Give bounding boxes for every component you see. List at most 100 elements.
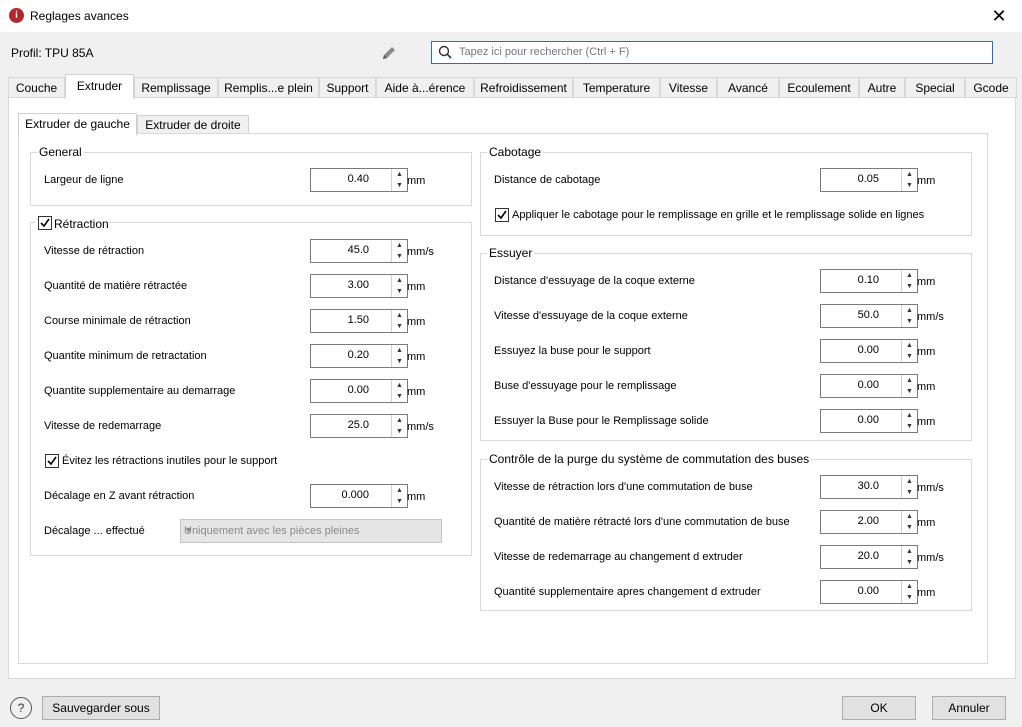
tab-temperature[interactable]: Temperature	[573, 77, 660, 98]
spin-down-icon[interactable]: ▼	[902, 522, 917, 533]
spinbox-arrows[interactable]: ▲ ▼	[391, 345, 407, 367]
tab-avance[interactable]: Avancé	[717, 77, 779, 98]
retraction-min-travel-spinbox[interactable]: 1.50 ▲ ▼	[310, 309, 408, 333]
coasting-distance-spinbox[interactable]: 0.05 ▲ ▼	[820, 168, 918, 192]
spinbox-arrows[interactable]: ▲ ▼	[901, 410, 917, 432]
close-button[interactable]: ✕	[976, 0, 1022, 32]
spinbox-arrows[interactable]: ▲ ▼	[391, 310, 407, 332]
z-hop-mode-select[interactable]: Uniquement avec les pièces pleines ▼	[180, 519, 442, 543]
spin-up-icon[interactable]: ▲	[902, 581, 917, 592]
spin-down-icon[interactable]: ▼	[392, 286, 407, 297]
spin-up-icon[interactable]: ▲	[392, 380, 407, 391]
ok-button[interactable]: OK	[842, 696, 916, 720]
spin-down-icon[interactable]: ▼	[392, 356, 407, 367]
search-input[interactable]: Tapez ici pour rechercher (Ctrl + F)	[431, 41, 993, 64]
spin-down-icon[interactable]: ▼	[902, 180, 917, 191]
subtab-right-extruder[interactable]: Extruder de droite	[137, 115, 249, 135]
spin-down-icon[interactable]: ▼	[392, 496, 407, 507]
spin-up-icon[interactable]: ▲	[392, 275, 407, 286]
retraction-checkbox[interactable]	[38, 216, 52, 230]
subtab-left-extruder[interactable]: Extruder de gauche	[18, 113, 137, 136]
spin-up-icon[interactable]: ▲	[902, 340, 917, 351]
tab-refroidissement[interactable]: Refroidissement	[474, 77, 573, 98]
retraction-amount-spinbox[interactable]: 3.00 ▲ ▼	[310, 274, 408, 298]
tab-couche[interactable]: Couche	[8, 77, 65, 98]
spin-down-icon[interactable]: ▼	[902, 557, 917, 568]
tab-ecoulement[interactable]: Ecoulement	[779, 77, 859, 98]
coasting-infill-checkbox[interactable]	[495, 208, 509, 222]
spinbox-arrows[interactable]: ▲ ▼	[901, 270, 917, 292]
spin-down-icon[interactable]: ▼	[902, 421, 917, 432]
wipe-outer-distance-spinbox[interactable]: 0.10 ▲ ▼	[820, 269, 918, 293]
retraction-prime-speed-spinbox[interactable]: 25.0 ▲ ▼	[310, 414, 408, 438]
spinbox-arrows[interactable]: ▲ ▼	[391, 240, 407, 262]
tab-remplissage-plein[interactable]: Remplis...e plein	[218, 77, 319, 98]
spinbox-arrows[interactable]: ▲ ▼	[901, 305, 917, 327]
spin-down-icon[interactable]: ▼	[392, 180, 407, 191]
spin-up-icon[interactable]: ▲	[902, 305, 917, 316]
spinbox-arrows[interactable]: ▲ ▼	[391, 275, 407, 297]
help-icon[interactable]: ?	[10, 697, 32, 719]
toolchange-retraction-amount-spinbox[interactable]: 2.00 ▲ ▼	[820, 510, 918, 534]
spin-down-icon[interactable]: ▼	[902, 386, 917, 397]
spin-up-icon[interactable]: ▲	[902, 511, 917, 522]
toolchange-retraction-speed-spinbox[interactable]: 30.0 ▲ ▼	[820, 475, 918, 499]
tab-support[interactable]: Support	[319, 77, 376, 98]
spin-down-icon[interactable]: ▼	[392, 251, 407, 262]
tab-vitesse[interactable]: Vitesse	[660, 77, 717, 98]
spin-down-icon[interactable]: ▼	[902, 592, 917, 603]
wipe-infill-spinbox[interactable]: 0.00 ▲ ▼	[820, 374, 918, 398]
spin-down-icon[interactable]: ▼	[392, 426, 407, 437]
unit-label: mm/s	[917, 482, 944, 494]
retraction-extra-prime-spinbox[interactable]: 0.00 ▲ ▼	[310, 379, 408, 403]
spinbox-arrows[interactable]: ▲ ▼	[901, 476, 917, 498]
spin-up-icon[interactable]: ▲	[902, 546, 917, 557]
tab-extruder[interactable]: Extruder	[65, 74, 134, 99]
spin-up-icon[interactable]: ▲	[392, 310, 407, 321]
line-width-spinbox[interactable]: 0.40 ▲ ▼	[310, 168, 408, 192]
avoid-retraction-support-checkbox[interactable]	[45, 454, 59, 468]
spinbox-arrows[interactable]: ▲ ▼	[901, 375, 917, 397]
retraction-min-extrusion-spinbox[interactable]: 0.20 ▲ ▼	[310, 344, 408, 368]
tab-gcode[interactable]: Gcode	[965, 77, 1017, 98]
toolchange-prime-speed-spinbox[interactable]: 20.0 ▲ ▼	[820, 545, 918, 569]
tab-special[interactable]: Special	[905, 77, 965, 98]
tab-autre[interactable]: Autre	[859, 77, 905, 98]
wipe-outer-speed-spinbox[interactable]: 50.0 ▲ ▼	[820, 304, 918, 328]
tab-remplissage[interactable]: Remplissage	[134, 77, 218, 98]
spin-up-icon[interactable]: ▲	[392, 345, 407, 356]
spin-up-icon[interactable]: ▲	[902, 410, 917, 421]
spin-up-icon[interactable]: ▲	[902, 476, 917, 487]
spinbox-arrows[interactable]: ▲ ▼	[391, 169, 407, 191]
spin-up-icon[interactable]: ▲	[902, 270, 917, 281]
spin-down-icon[interactable]: ▼	[392, 391, 407, 402]
wipe-support-spinbox[interactable]: 0.00 ▲ ▼	[820, 339, 918, 363]
spinbox-arrows[interactable]: ▲ ▼	[391, 380, 407, 402]
spin-down-icon[interactable]: ▼	[902, 351, 917, 362]
spinbox-arrows[interactable]: ▲ ▼	[901, 546, 917, 568]
wipe-solid-infill-spinbox[interactable]: 0.00 ▲ ▼	[820, 409, 918, 433]
save-as-button[interactable]: Sauvegarder sous	[42, 696, 160, 720]
spin-down-icon[interactable]: ▼	[392, 321, 407, 332]
spin-up-icon[interactable]: ▲	[902, 169, 917, 180]
spin-down-icon[interactable]: ▼	[902, 316, 917, 327]
spin-up-icon[interactable]: ▲	[392, 240, 407, 251]
spinbox-arrows[interactable]: ▲ ▼	[901, 169, 917, 191]
spinbox-arrows[interactable]: ▲ ▼	[901, 511, 917, 533]
tab-adherence[interactable]: Aide à...érence	[376, 77, 474, 98]
spinbox-arrows[interactable]: ▲ ▼	[391, 415, 407, 437]
spin-up-icon[interactable]: ▲	[392, 485, 407, 496]
spin-up-icon[interactable]: ▲	[392, 415, 407, 426]
edit-pencil-icon[interactable]	[380, 44, 398, 62]
toolchange-extra-prime-spinbox[interactable]: 0.00 ▲ ▼	[820, 580, 918, 604]
spinbox-arrows[interactable]: ▲ ▼	[901, 340, 917, 362]
cancel-button[interactable]: Annuler	[932, 696, 1006, 720]
spin-down-icon[interactable]: ▼	[902, 281, 917, 292]
spinbox-arrows[interactable]: ▲ ▼	[901, 581, 917, 603]
spin-up-icon[interactable]: ▲	[902, 375, 917, 386]
spin-down-icon[interactable]: ▼	[902, 487, 917, 498]
z-hop-spinbox[interactable]: 0.000 ▲ ▼	[310, 484, 408, 508]
retraction-speed-spinbox[interactable]: 45.0 ▲ ▼	[310, 239, 408, 263]
spinbox-arrows[interactable]: ▲ ▼	[391, 485, 407, 507]
spin-up-icon[interactable]: ▲	[392, 169, 407, 180]
